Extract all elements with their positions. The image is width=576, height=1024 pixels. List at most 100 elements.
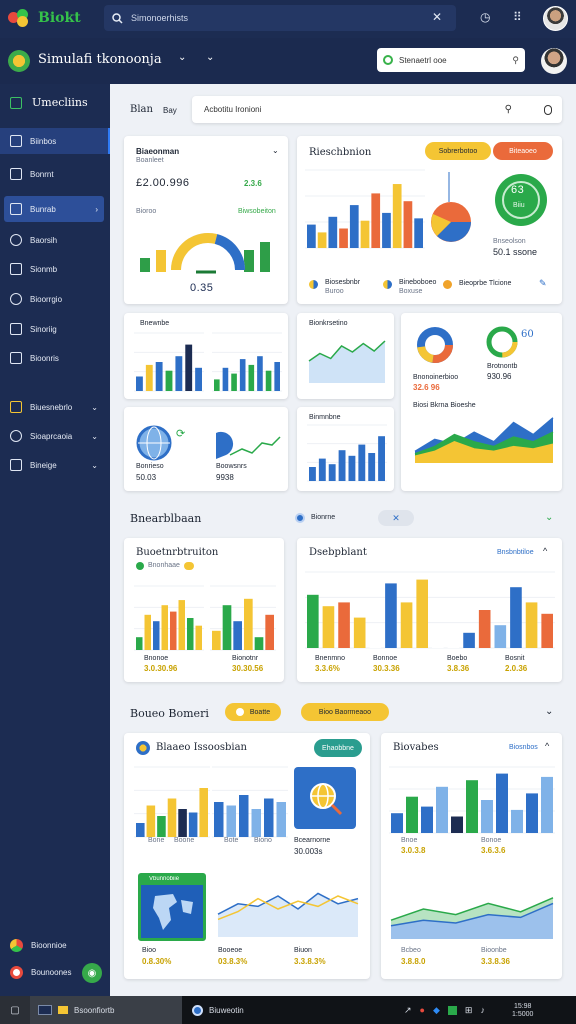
chevron-up-icon[interactable]: ^	[545, 741, 549, 751]
chevron-down-icon: ⌄	[91, 460, 98, 470]
donut-1-value: 32.6 96	[413, 383, 440, 392]
chevron-down-icon[interactable]: ⌄	[178, 52, 186, 63]
globe-tile[interactable]	[294, 767, 356, 829]
bar	[276, 802, 286, 837]
map-tile[interactable]: Vbunnobiie	[138, 873, 206, 941]
sidebar-item-6[interactable]: Bioorrgio	[4, 286, 104, 312]
app-tray-icon[interactable]	[447, 1005, 457, 1015]
bar	[348, 455, 356, 481]
mini-card-4-value: 9938	[216, 473, 234, 482]
sidebar-item-3[interactable]: Bunrab ›	[4, 196, 104, 222]
bar	[146, 805, 156, 837]
global-search[interactable]: Simonoerhists	[104, 5, 456, 31]
bar	[145, 364, 153, 391]
cloud-icon[interactable]: ◆	[433, 1005, 440, 1016]
dashboard-icon	[10, 96, 22, 109]
sidebar-item-5[interactable]: Sionmb	[4, 256, 104, 282]
bar	[307, 224, 316, 248]
budget-button-2[interactable]: Biteaoeo	[493, 142, 553, 160]
sidebar-footer-2[interactable]: Bounoones	[10, 966, 71, 979]
budget-legend-3: Bieoprbe Tlcione	[459, 280, 512, 287]
gauge-arc	[214, 234, 245, 271]
bar	[432, 629, 444, 648]
workspace-title[interactable]: Simulafi tkonoonja	[38, 52, 162, 67]
sidebar-item-11[interactable]: Bineige ⌄	[4, 452, 104, 478]
sound-icon[interactable]: ♪	[480, 1005, 485, 1015]
section-3-button-2[interactable]: Bioo Baormeaoo	[301, 703, 389, 721]
bar	[416, 579, 428, 648]
start-button[interactable]: ▢	[0, 996, 30, 1024]
bar	[403, 201, 413, 248]
arrow-icon[interactable]: ↗	[404, 1005, 412, 1016]
chevron-down-icon[interactable]: ⌄	[545, 512, 553, 523]
toggle[interactable]: ✕	[378, 510, 414, 526]
chevron-down-icon[interactable]: ⌄	[206, 52, 214, 63]
filter-dot-icon	[295, 513, 305, 523]
grid-icon[interactable]: ⠿	[513, 10, 522, 24]
bar	[353, 617, 366, 648]
bar	[466, 780, 478, 833]
budget-button-1[interactable]: Sobrerbotoo	[425, 142, 491, 160]
search-icon[interactable]: ⚲	[505, 104, 512, 115]
circle-icon	[10, 234, 22, 246]
edit-icon[interactable]: ✎	[539, 278, 547, 289]
profile-avatar[interactable]	[541, 48, 567, 74]
section-3-button-1[interactable]: Boatte	[225, 703, 281, 721]
mini-card-3-value: 50.03	[136, 473, 157, 482]
mic-icon[interactable]	[544, 104, 552, 115]
sidebar-item-label: Bonrnt	[30, 169, 54, 179]
chevron-down-icon[interactable]: ⌄	[272, 146, 279, 155]
bar	[349, 205, 359, 248]
section-2-right-link[interactable]: Bnsbnbtiloe	[497, 549, 534, 556]
sidebar-item-7[interactable]: Sinoriig	[4, 316, 104, 342]
tray-icons: ↗ ● ◆ ⊞ ♪	[404, 996, 485, 1024]
taskbar-app-2[interactable]: Biuweotin	[188, 996, 308, 1024]
status-dot-icon	[383, 55, 393, 65]
sidebar-item-9[interactable]: Biuesnebrlo ⌄	[4, 394, 104, 420]
bar	[525, 602, 538, 648]
bar	[414, 218, 423, 248]
sidebar-item-4[interactable]: Baorsih	[4, 227, 104, 253]
sidebar-item-10[interactable]: Sioaprcaoia ⌄	[4, 423, 104, 449]
clock-icon[interactable]: ◷	[480, 10, 490, 24]
sidebar-item-1[interactable]: Biinbos	[4, 128, 104, 154]
bar-chart	[134, 766, 210, 838]
mini-card-3-title: Bonrieso	[136, 463, 164, 470]
sidebar-item-2[interactable]: Bonrnt	[4, 161, 104, 187]
bar	[195, 625, 202, 650]
chevron-up-icon[interactable]: ^	[543, 546, 547, 556]
global-search-text: Simonoerhists	[131, 13, 189, 23]
user-icon	[10, 293, 22, 305]
bar	[239, 359, 246, 391]
clock[interactable]: 15:98 1:5000	[512, 996, 533, 1024]
app-icon	[10, 939, 23, 952]
section-3-right-link[interactable]: Biosnbos	[509, 744, 538, 751]
user-avatar[interactable]	[543, 6, 568, 31]
folder-icon	[10, 459, 22, 471]
add-button[interactable]: ◉	[82, 963, 102, 983]
content-search[interactable]: Acbotitu Ironioni ⚲	[192, 96, 562, 123]
taskbar-app-1[interactable]: Bsoonfiortb	[30, 996, 182, 1024]
sidebar-footer-1[interactable]: Bioonnioe	[10, 939, 67, 952]
s3r-area-value-1: 3.8.8.0	[401, 957, 426, 966]
sidebar-item-8[interactable]: Bioonris	[4, 345, 104, 371]
section-2-filter[interactable]: Bionrne	[311, 514, 335, 521]
alert-icon[interactable]: ●	[420, 1005, 425, 1015]
brand[interactable]: Biokt	[8, 9, 81, 27]
section-3-left-tag[interactable]: Ehaobbne	[314, 739, 362, 757]
app-search[interactable]: Stenaetrl ooe ⚲	[377, 48, 525, 72]
area-card-title: Biosi Bkrna Bioeshe	[413, 402, 476, 409]
clock-date: 1:5000	[512, 1010, 534, 1018]
chevron-down-icon[interactable]: ⌄	[545, 706, 553, 717]
bar	[167, 798, 177, 837]
bar	[233, 621, 242, 650]
network-icon[interactable]: ⊞	[465, 1005, 473, 1016]
bar	[212, 630, 221, 650]
chart-icon	[10, 323, 22, 335]
globe-icon	[10, 430, 22, 442]
bar	[447, 640, 460, 648]
close-icon[interactable]: ✕	[432, 10, 442, 24]
bar	[161, 605, 168, 650]
bar	[195, 367, 202, 391]
bar	[274, 362, 280, 391]
